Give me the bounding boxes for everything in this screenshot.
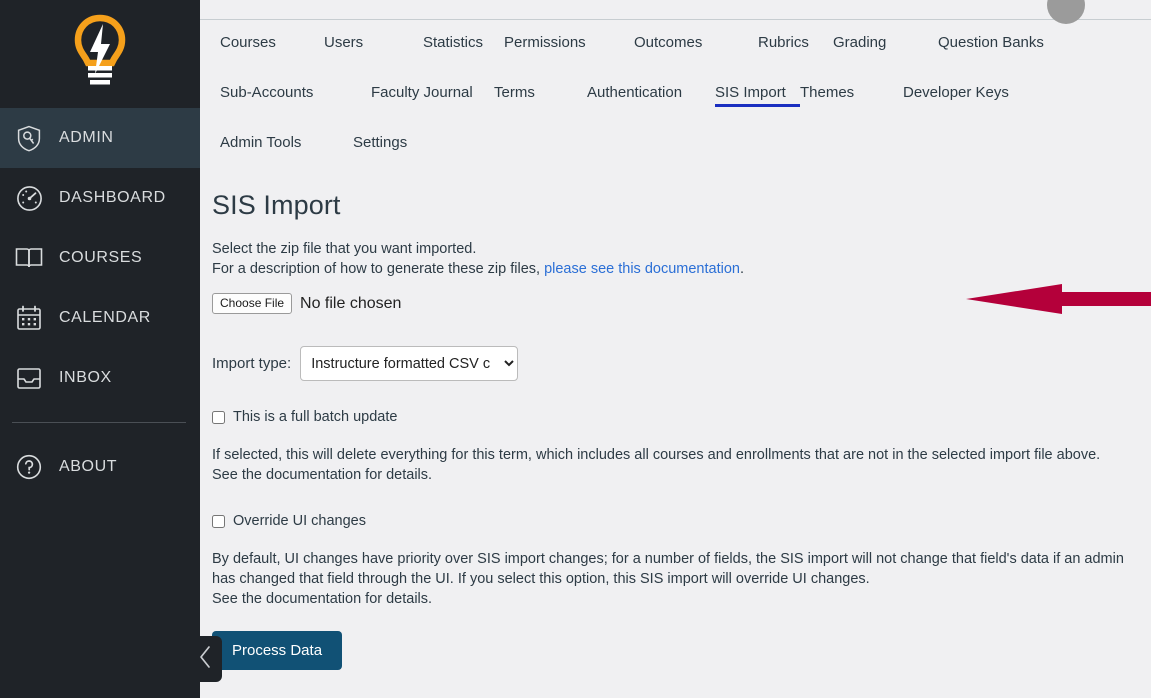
main-region: Courses Users Statistics Permissions Out…: [188, 0, 1151, 698]
file-status-text: No file chosen: [300, 294, 402, 312]
tab-users[interactable]: Users: [324, 20, 423, 51]
tab-label: Grading: [833, 34, 887, 51]
tab-settings[interactable]: Settings: [353, 120, 407, 151]
tab-rubrics[interactable]: Rubrics: [758, 20, 833, 51]
sidebar-item-label: COURSES: [59, 249, 143, 266]
tab-developer-keys[interactable]: Developer Keys: [903, 70, 1009, 101]
tab-label: Themes: [800, 84, 855, 101]
logo-container[interactable]: [0, 0, 200, 108]
tab-outcomes[interactable]: Outcomes: [634, 20, 758, 51]
tab-terms[interactable]: Terms: [494, 70, 587, 101]
batch-update-desc-line-1: If selected, this will delete everything…: [212, 447, 1101, 463]
batch-update-checkbox[interactable]: [212, 410, 225, 424]
tab-label: Rubrics: [758, 34, 809, 51]
intro-line-2: For a description of how to generate the…: [212, 259, 1131, 279]
sidebar-item-dashboard[interactable]: DASHBOARD: [0, 168, 200, 228]
tab-label: Permissions: [504, 34, 586, 51]
batch-update-row: This is a full batch update: [212, 409, 1131, 425]
open-book-icon: [14, 243, 44, 273]
batch-update-description: If selected, this will delete everything…: [212, 445, 1131, 485]
override-ui-label[interactable]: Override UI changes: [233, 513, 366, 529]
tab-label: Statistics: [423, 34, 484, 51]
intro-line-1: Select the zip file that you want import…: [212, 241, 477, 257]
sidebar-item-label: ADMIN: [59, 129, 114, 146]
tab-row-3: Admin Tools Settings: [220, 120, 1151, 170]
sidebar-item-inbox[interactable]: INBOX: [0, 348, 200, 408]
tab-sis-import[interactable]: SIS Import: [715, 70, 800, 107]
tab-label: Question Banks: [938, 34, 1044, 51]
tab-label: SIS Import: [715, 84, 786, 101]
sis-import-content: SIS Import Select the zip file that you …: [200, 170, 1151, 670]
tab-grading[interactable]: Grading: [833, 20, 938, 51]
tab-label: Developer Keys: [903, 84, 1009, 101]
intro-prefix-text: For a description of how to generate the…: [212, 261, 545, 277]
tab-themes[interactable]: Themes: [800, 70, 903, 101]
tab-question-banks[interactable]: Question Banks: [938, 20, 1044, 51]
tab-faculty-journal[interactable]: Faculty Journal: [371, 70, 494, 101]
tab-row-1: Courses Users Statistics Permissions Out…: [220, 20, 1151, 70]
sidebar-item-about[interactable]: ABOUT: [0, 437, 200, 497]
override-ui-description: By default, UI changes have priority ove…: [212, 549, 1131, 609]
override-ui-desc-line-3: See the documentation for details.: [212, 591, 433, 607]
tab-row-2: Sub-Accounts Faculty Journal Terms Authe…: [220, 70, 1151, 120]
intro-suffix-text: .: [739, 261, 744, 277]
sidebar-item-calendar[interactable]: CALENDAR: [0, 288, 200, 348]
lightbulb-logo-icon: [68, 14, 132, 95]
file-upload-row: Choose File No file chosen: [212, 293, 1131, 314]
inbox-tray-icon: [14, 363, 44, 393]
shield-key-icon: [14, 123, 44, 153]
sidebar-item-admin[interactable]: ADMIN: [0, 108, 200, 168]
override-ui-desc-line-1: By default, UI changes have priority ove…: [212, 551, 1124, 567]
documentation-link[interactable]: please see this documentation: [544, 261, 740, 277]
tab-label: Authentication: [587, 84, 683, 101]
collapse-sidebar-handle[interactable]: [188, 636, 222, 682]
chevron-left-icon: [198, 645, 213, 674]
sidebar-item-label: DASHBOARD: [59, 189, 166, 206]
page-title: SIS Import: [212, 190, 341, 220]
sidebar-divider: [12, 422, 186, 423]
tab-statistics[interactable]: Statistics: [423, 20, 504, 51]
tab-label: Admin Tools: [220, 134, 302, 151]
sidebar-item-courses[interactable]: COURSES: [0, 228, 200, 288]
speedometer-icon: [14, 183, 44, 213]
batch-update-desc-line-2: See the documentation for details.: [212, 467, 433, 483]
tab-admin-tools[interactable]: Admin Tools: [220, 120, 353, 151]
sidebar-item-label: ABOUT: [59, 458, 118, 475]
tab-label: Terms: [494, 84, 535, 101]
override-ui-row: Override UI changes: [212, 513, 1131, 529]
import-type-select[interactable]: Instructure formatted CSV c: [300, 346, 519, 381]
tab-label: Outcomes: [634, 34, 703, 51]
batch-update-label[interactable]: This is a full batch update: [233, 409, 397, 425]
question-circle-icon: [14, 452, 44, 482]
tab-permissions[interactable]: Permissions: [504, 20, 634, 51]
process-data-button[interactable]: Process Data: [212, 631, 343, 670]
account-navigation-tabs: Courses Users Statistics Permissions Out…: [200, 20, 1151, 170]
global-navigation-sidebar: ADMIN DASHBOARD COURSES CALENDAR INBOX A…: [0, 0, 200, 698]
import-type-row: Import type: Instructure formatted CSV c: [212, 346, 1131, 381]
tab-sub-accounts[interactable]: Sub-Accounts: [220, 70, 371, 101]
top-header-bar: [200, 0, 1151, 24]
sidebar-item-label: INBOX: [59, 369, 112, 386]
tab-label: Faculty Journal: [371, 84, 473, 101]
override-ui-desc-line-2: has changed that field through the UI. I…: [212, 571, 870, 587]
choose-file-button[interactable]: Choose File: [212, 293, 293, 314]
tab-label: Courses: [220, 34, 276, 51]
override-ui-checkbox[interactable]: [212, 514, 225, 528]
sidebar-item-label: CALENDAR: [59, 309, 151, 326]
tab-label: Users: [324, 34, 364, 51]
tab-label: Settings: [353, 134, 408, 151]
calendar-icon: [14, 303, 44, 333]
tab-courses[interactable]: Courses: [220, 20, 324, 51]
import-type-label: Import type:: [212, 355, 292, 372]
tab-label: Sub-Accounts: [220, 84, 314, 101]
tab-authentication[interactable]: Authentication: [587, 70, 715, 101]
